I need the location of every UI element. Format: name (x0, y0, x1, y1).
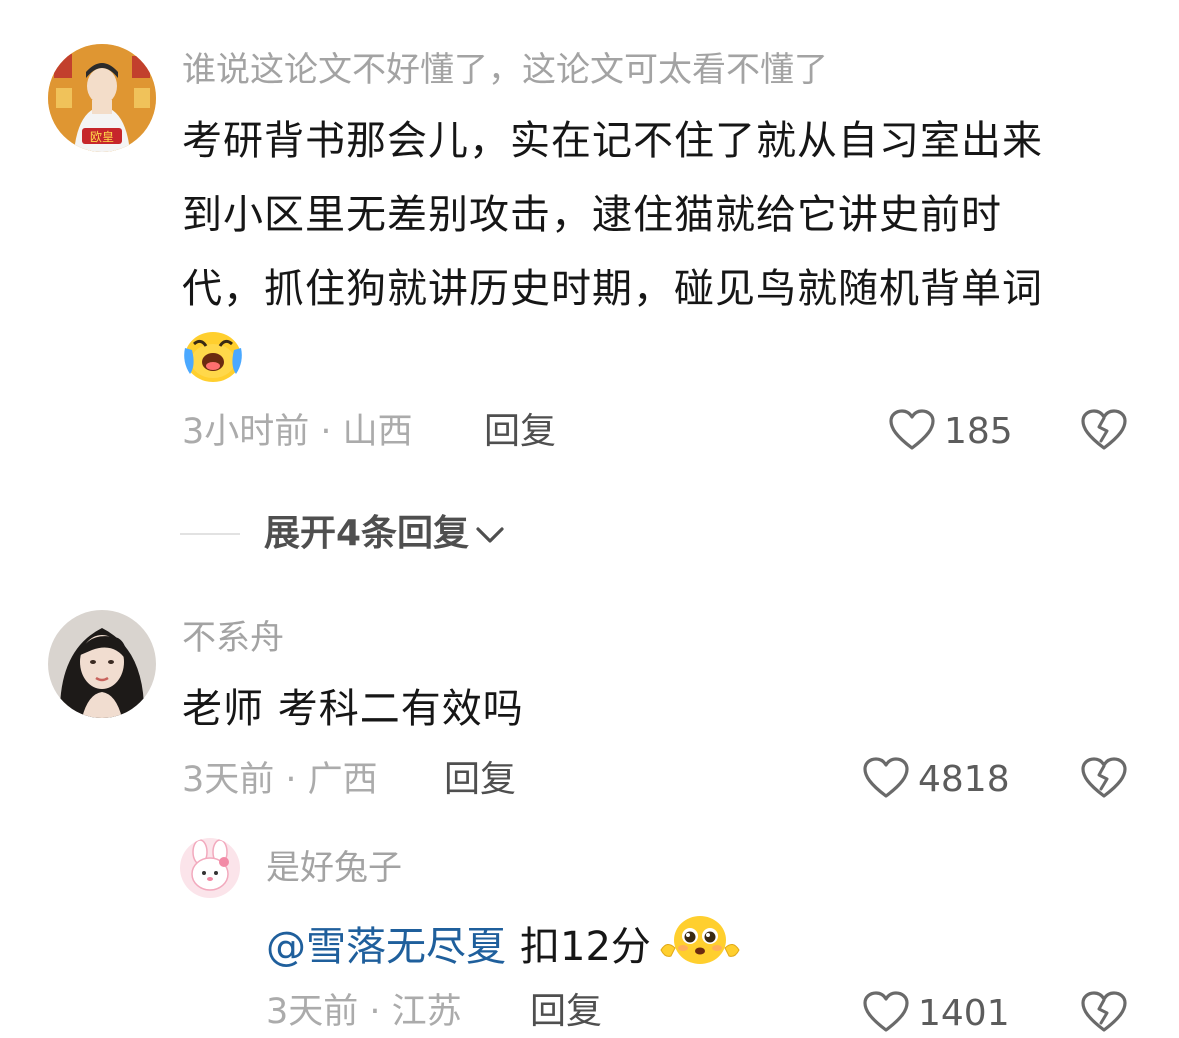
reply-time-location: 3天前 · 江苏 (266, 992, 462, 1032)
reply-content: @雪落无尽夏 扣12分 (266, 910, 743, 983)
divider (180, 533, 240, 535)
like-count: 4818 (918, 759, 1010, 800)
crying-laughing-emoji (182, 326, 244, 388)
dislike-button[interactable] (1080, 408, 1128, 456)
heart-icon (888, 408, 936, 456)
mention-link[interactable]: @雪落无尽夏 (266, 919, 506, 975)
avatar-badge-text: 欧皇 (90, 130, 114, 144)
avatar[interactable]: 欧皇 (48, 44, 156, 152)
like-count: 185 (944, 411, 1013, 452)
like-button[interactable]: 1401 (862, 990, 1010, 1038)
comment-username[interactable]: 不系舟 (182, 618, 284, 658)
pleading-emoji (657, 910, 743, 983)
like-button[interactable]: 4818 (862, 756, 1010, 804)
comment-text-line: 考研背书那会儿，实在记不住了就从自习室出来 (182, 118, 1043, 164)
comment-item: 不系舟 老师 考科二有效吗 3天前 · 广西 回复 4818 (0, 590, 1179, 840)
reply-button[interactable]: 回复 (484, 412, 556, 452)
heart-icon (862, 756, 910, 804)
reply-text: 扣12分 (520, 923, 651, 970)
heart-icon (862, 990, 910, 1038)
broken-heart-icon (1080, 409, 1128, 456)
broken-heart-icon (1080, 991, 1128, 1038)
chevron-down-icon (475, 510, 505, 558)
comment-time-location: 3小时前 · 山西 (182, 412, 413, 452)
like-button[interactable]: 185 (888, 408, 1013, 456)
dislike-button[interactable] (1080, 756, 1128, 804)
comment-content: 考研背书那会儿，实在记不住了就从自习室出来 到小区里无差别攻击，逮住猫就给它讲史… (182, 104, 1043, 326)
dislike-button[interactable] (1080, 990, 1128, 1038)
sub-reply-item: 是好兔子 @雪落无尽夏 扣12分 3天前 · 江苏 回复 1401 (0, 830, 1179, 1034)
reply-username[interactable]: 是好兔子 (266, 848, 402, 888)
like-count: 1401 (918, 993, 1010, 1034)
reply-button[interactable]: 回复 (530, 992, 602, 1032)
comment-username[interactable]: 谁说这论文不好懂了，这论文可太看不懂了 (182, 50, 828, 90)
broken-heart-icon (1080, 757, 1128, 804)
avatar[interactable] (48, 610, 156, 718)
comment-text-line: 到小区里无差别攻击，逮住猫就给它讲史前时 (182, 192, 1002, 238)
comment-item: 欧皇 谁说这论文不好懂了，这论文可太看不懂了 考研背书那会儿，实在记不住了就从自… (0, 0, 1179, 590)
avatar[interactable] (180, 838, 240, 898)
expand-replies-button[interactable]: 展开4条回复 (264, 510, 505, 558)
reply-button[interactable]: 回复 (444, 760, 516, 800)
comment-time-location: 3天前 · 广西 (182, 760, 378, 800)
comment-content: 老师 考科二有效吗 (182, 686, 524, 732)
comment-text-line: 代，抓住狗就讲历史时期，碰见鸟就随机背单词 (182, 266, 1043, 312)
expand-replies-label: 展开4条回复 (264, 513, 470, 554)
expand-replies-row: 展开4条回复 (180, 510, 505, 558)
